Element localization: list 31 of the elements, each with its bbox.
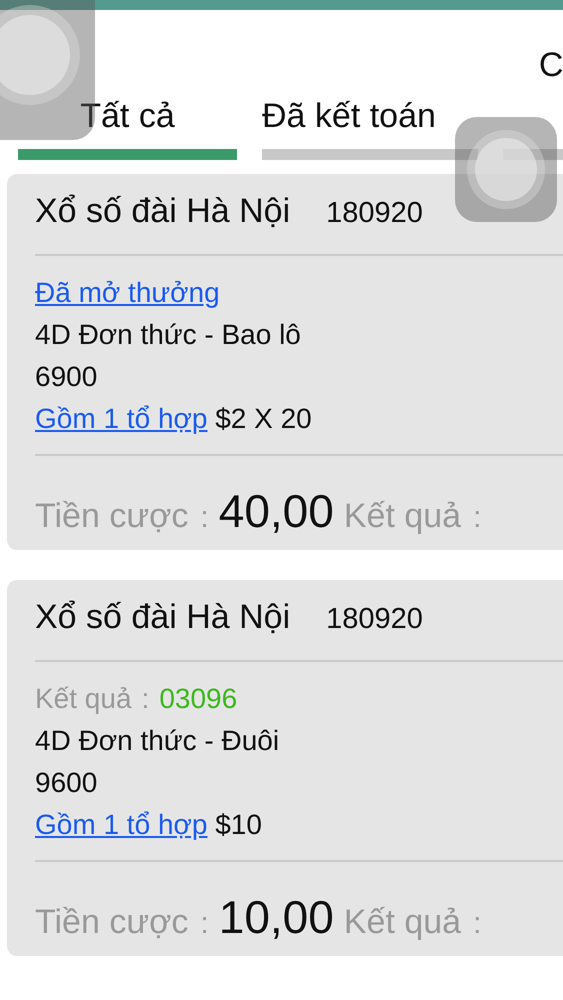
bet-type: 4D Đơn thức - Bao lô <box>35 319 301 350</box>
colon: : <box>200 501 209 536</box>
stake-label: Tiền cược <box>35 497 188 536</box>
result-label: Kết quả <box>344 497 462 536</box>
bet-amount: 40,00 <box>218 484 334 538</box>
combo-link[interactable]: Gồm 1 tổ hợp <box>35 403 208 434</box>
page-title: Cl <box>538 48 563 82</box>
bet-amount: 10,00 <box>218 890 334 944</box>
lottery-name: Xổ số đài Hà Nội <box>35 192 290 232</box>
stake: $2 X 20 <box>215 403 312 434</box>
bet-number: 6900 <box>35 361 98 392</box>
colon: : <box>142 683 150 714</box>
draw-number: 180920 <box>326 603 423 636</box>
status-link[interactable]: Đã mở thưởng <box>35 277 220 308</box>
result-label: Kết quả <box>344 903 462 942</box>
tab[interactable]: Đã kết toán <box>262 98 478 160</box>
draw-number: 180920 <box>326 197 423 230</box>
colon: : <box>473 501 482 536</box>
bet-type: 4D Đơn thức - Đuôi <box>35 725 280 756</box>
combo-link[interactable]: Gồm 1 tổ hợp <box>35 809 208 840</box>
colon: : <box>473 907 482 942</box>
stake: $10 <box>215 809 262 840</box>
stake-label: Tiền cược <box>35 903 188 942</box>
result-value: 03096 <box>159 683 238 714</box>
assistive-touch-button[interactable] <box>455 117 557 222</box>
lottery-name: Xổ số đài Hà Nội <box>35 598 290 638</box>
bet-number: 9600 <box>35 767 98 798</box>
colon: : <box>200 907 209 942</box>
result-label: Kết quả <box>35 683 132 714</box>
tab[interactable]: Tất cả <box>18 98 237 160</box>
tab-underline <box>503 149 563 160</box>
